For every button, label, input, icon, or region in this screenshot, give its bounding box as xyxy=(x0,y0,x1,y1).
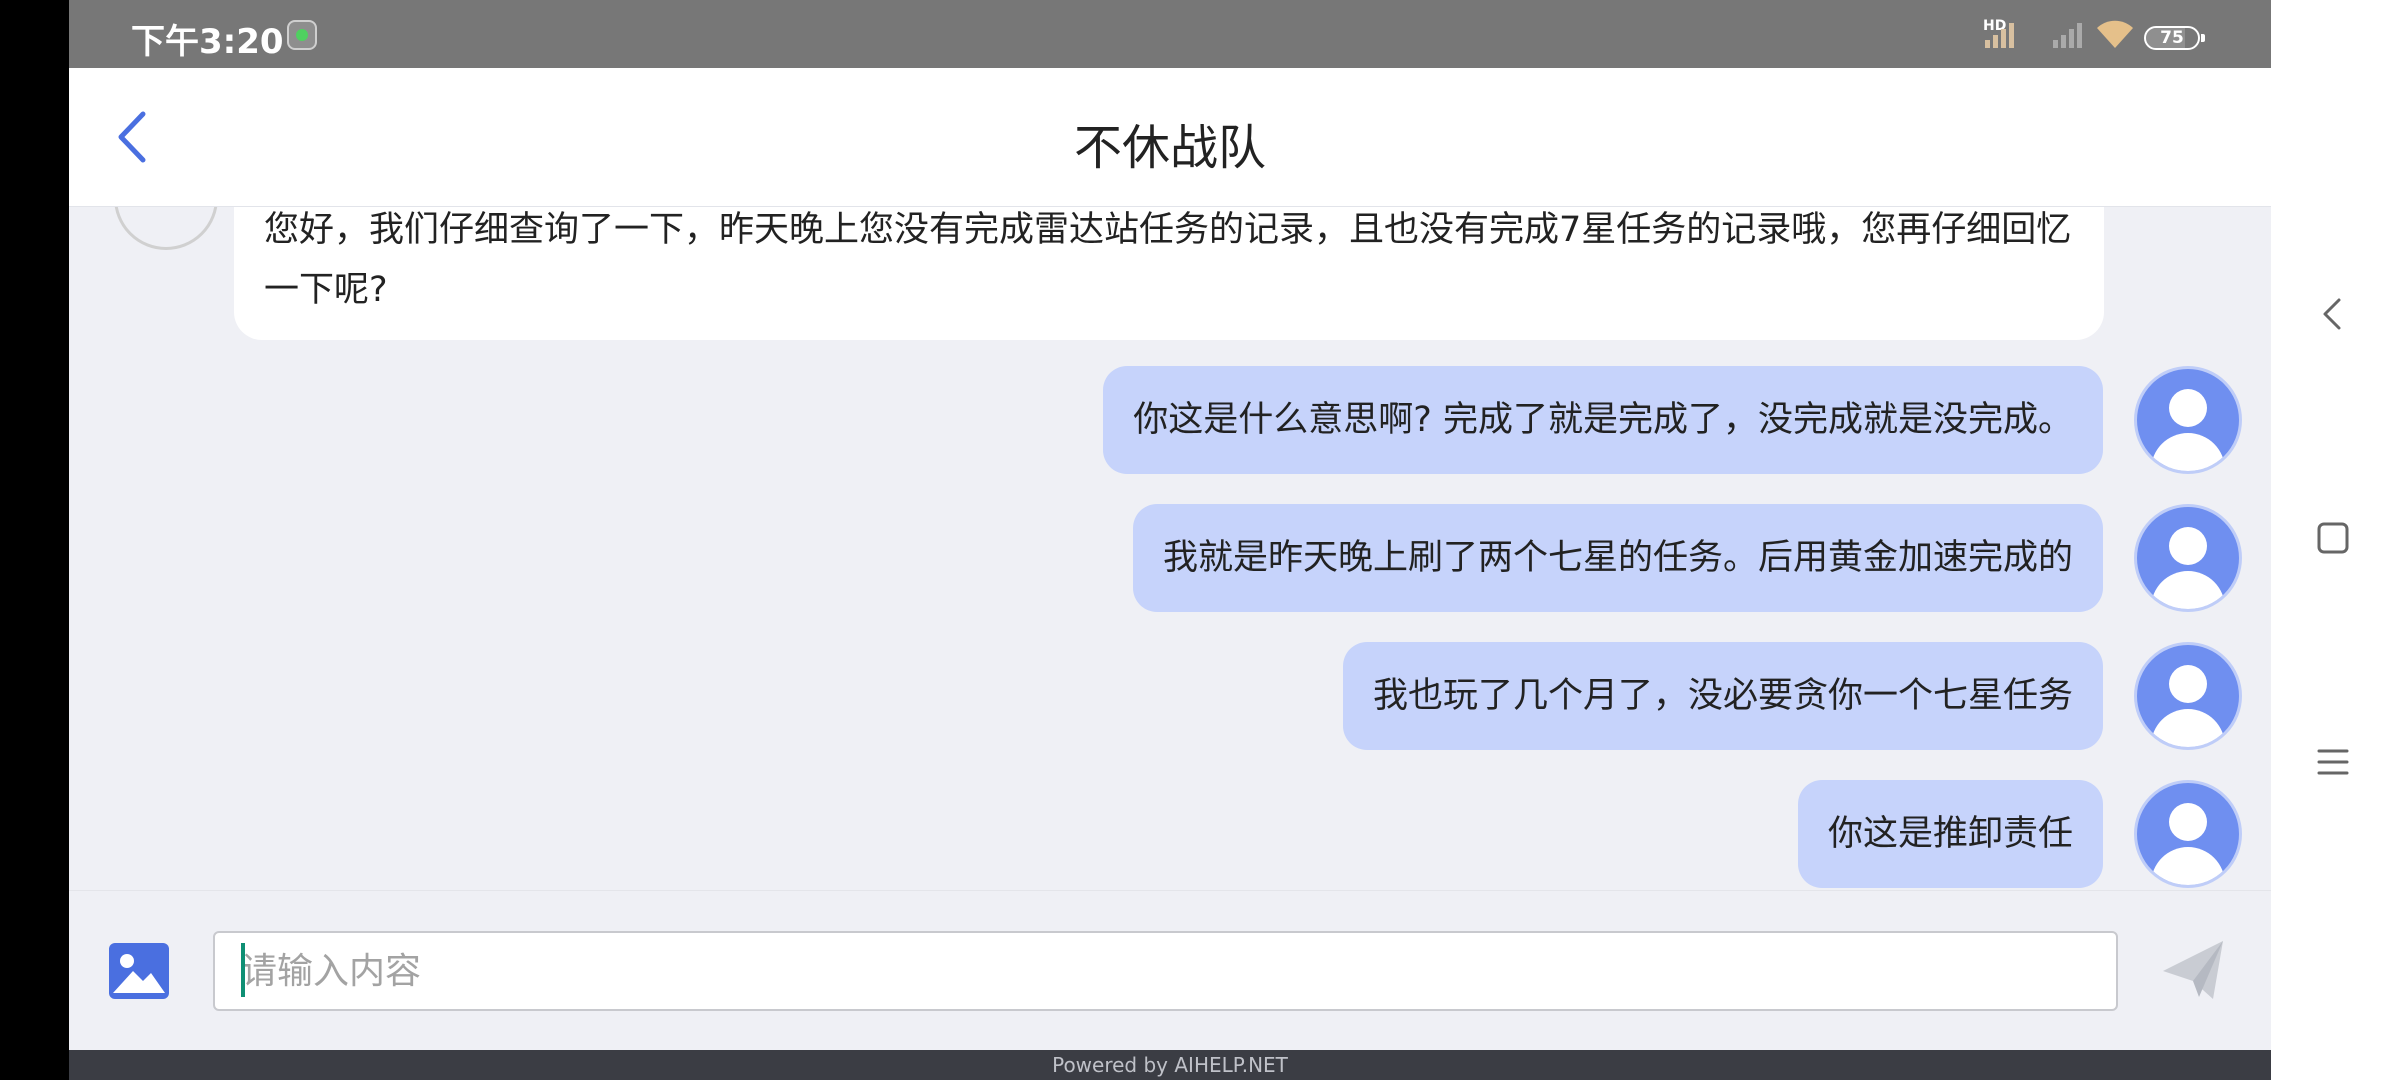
agent-message-bubble: 您好，我们仔细查询了一下，昨天晚上您没有完成雷达站任务的记录，且也没有完成7星任… xyxy=(234,200,2104,340)
status-time: 下午3:20 xyxy=(131,22,284,62)
system-navigation-bar xyxy=(2271,0,2400,1080)
message-input[interactable] xyxy=(213,931,2118,1011)
signal-strength-2-icon xyxy=(2053,23,2082,48)
send-icon xyxy=(2163,941,2223,999)
user-message-bubble: 我就是昨天晚上刷了两个七星的任务。后用黄金加速完成的 xyxy=(1132,504,2103,612)
battery-indicator: 75 xyxy=(2144,26,2205,50)
user-message-bubble: 你这是什么意思啊? 完成了就是完成了，没完成就是没完成。 xyxy=(1103,366,2103,474)
user-message-bubble: 我也玩了几个月了，没必要贪你一个七星任务 xyxy=(1342,642,2103,750)
image-icon xyxy=(109,943,169,999)
status-bar: 下午3:20 HD 75 xyxy=(69,0,2271,68)
powered-by-footer: Powered by AIHELP.NET xyxy=(69,1050,2271,1080)
chat-messages[interactable]: 您好，我们仔细查询了一下，昨天晚上您没有完成雷达站任务的记录，且也没有完成7星任… xyxy=(69,146,2271,890)
page-title: 不休战队 xyxy=(1073,120,1266,176)
send-button[interactable] xyxy=(2159,937,2229,1003)
signal-strength-icon xyxy=(1985,23,2014,48)
nav-menu-button[interactable] xyxy=(2313,742,2353,786)
nav-home-button[interactable] xyxy=(2313,518,2353,562)
app-window: 下午3:20 HD 75 不休战队 您好，我们仔细查询了一下，昨天晚上您没有完成… xyxy=(69,0,2271,1080)
message-input-bar xyxy=(69,890,2271,1051)
text-cursor xyxy=(241,943,245,997)
nav-menu-icon xyxy=(2317,749,2349,775)
user-avatar xyxy=(2134,504,2242,612)
wifi-icon xyxy=(2097,20,2133,48)
user-avatar xyxy=(2134,780,2242,888)
nav-home-icon xyxy=(2317,522,2349,554)
chat-header: 不休战队 xyxy=(69,68,2271,207)
user-avatar xyxy=(2134,642,2242,750)
notification-app-icon xyxy=(287,20,317,50)
image-upload-button[interactable] xyxy=(107,941,171,1001)
user-message-bubble: 你这是推卸责任 xyxy=(1797,780,2103,888)
nav-back-icon xyxy=(2323,298,2341,330)
user-avatar xyxy=(2134,366,2242,474)
nav-back-button[interactable] xyxy=(2313,294,2353,338)
